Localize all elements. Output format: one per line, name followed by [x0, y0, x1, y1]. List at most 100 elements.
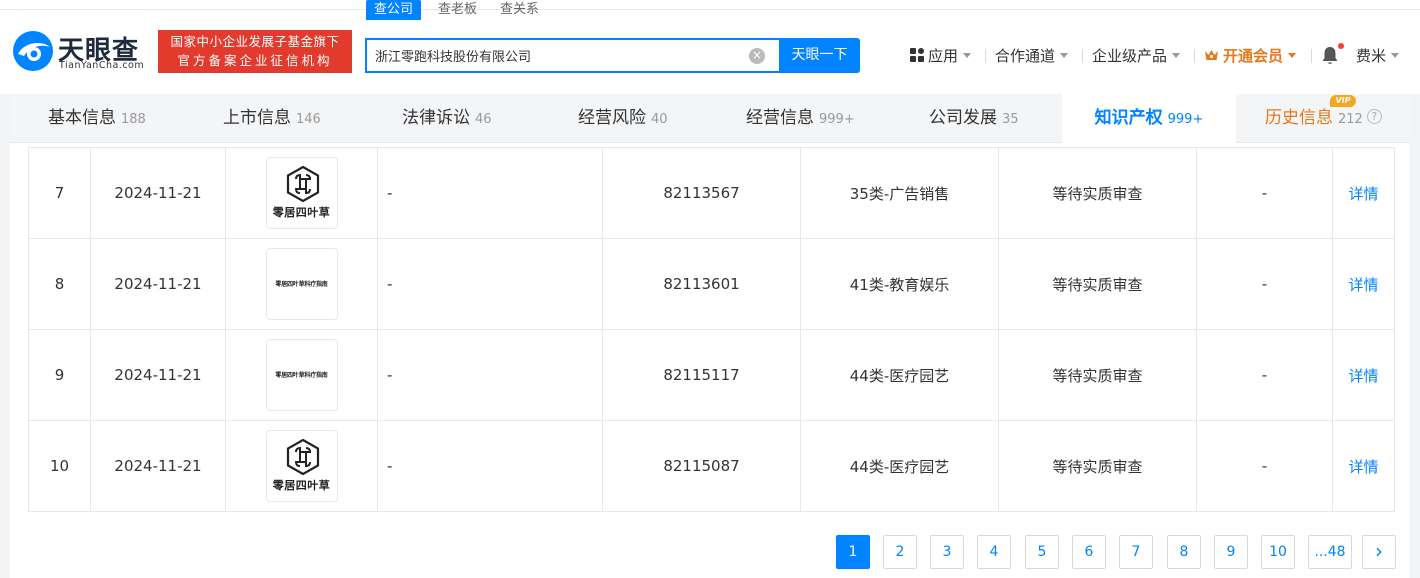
nav-apps-label: 应用	[928, 47, 959, 65]
row-index: 8	[28, 238, 91, 330]
clear-icon[interactable]: ×	[749, 48, 765, 64]
section-tabs: 基本信息 188 上市信息 146 法律诉讼 46 经营风险 40 经营信息 999+ 公…	[10, 94, 1410, 143]
apps-grid-icon	[910, 48, 924, 62]
nav-cooperation[interactable]: 合作通道	[995, 44, 1069, 68]
extra-info: -	[1196, 420, 1333, 512]
bell-icon[interactable]	[1321, 46, 1339, 66]
detail-link[interactable]: 详情	[1332, 238, 1395, 330]
trademark-image: 零居四叶草	[225, 147, 378, 239]
trademark-wordmark-small: 零居四叶草科疗指南	[275, 281, 328, 288]
help-icon[interactable]: ?	[1366, 109, 1382, 124]
trademark-thumbnail[interactable]: 零居四叶草	[265, 157, 338, 229]
tab-label: 经营风险	[578, 108, 646, 128]
trademark-status: 等待实质审查	[998, 238, 1197, 330]
tab-label: 基本信息	[48, 108, 116, 128]
trademark-table: 7 2024-11-21 零居四叶草 -82113567 35类-广告销售 等待实质审查 -…	[28, 147, 1395, 512]
logo-domain: TianYanCha.com	[59, 60, 145, 71]
notification-dot	[1338, 43, 1344, 49]
tab-business-info[interactable]: 经营信息 999+	[746, 94, 855, 143]
next-page-button[interactable]: ›	[1362, 535, 1396, 569]
nav-divider	[1194, 49, 1195, 63]
nav-divider	[1082, 49, 1083, 63]
tab-development[interactable]: 公司发展 35	[929, 94, 1019, 143]
nav-apps[interactable]: 应用	[910, 44, 972, 68]
row-index: 9	[28, 329, 91, 421]
site-logo[interactable]: 天眼查 TianYanCha.com	[12, 30, 152, 74]
tab-count: 46	[475, 112, 492, 127]
registration-number: 82115087	[602, 420, 801, 512]
trademark-status: 等待实质审查	[998, 147, 1197, 239]
search-box: ×	[365, 38, 779, 73]
tab-count: 999+	[819, 112, 855, 127]
detail-link[interactable]: 详情	[1332, 329, 1395, 421]
extra-info: -	[1196, 329, 1333, 421]
trademark-wordmark: 零居四叶草	[272, 479, 331, 492]
trademark-name: -	[377, 420, 603, 512]
trademark-name: -	[377, 147, 603, 239]
tab-intellectual-property[interactable]: 知识产权 999+	[1062, 94, 1236, 143]
trademark-thumbnail[interactable]: 零居四叶草	[265, 430, 338, 502]
tab-label: 上市信息	[223, 108, 291, 128]
registration-number: 82113601	[602, 238, 801, 330]
search-tab-boss[interactable]: 查老板	[438, 0, 477, 20]
tab-count: 188	[121, 112, 146, 127]
top-divider	[0, 9, 1420, 10]
page-button[interactable]: 4	[977, 535, 1011, 569]
chevron-down-icon	[1391, 53, 1400, 58]
trademark-thumbnail[interactable]: 零居四叶草科疗指南	[265, 339, 338, 411]
tab-label: 历史信息	[1265, 108, 1333, 128]
nav-user-label: 费米	[1356, 47, 1387, 65]
row-index: 10	[28, 420, 91, 512]
nav-vip[interactable]: 开通会员	[1204, 44, 1297, 68]
page-button[interactable]: 8	[1167, 535, 1201, 569]
tab-litigation[interactable]: 法律诉讼 46	[402, 94, 492, 143]
trademark-thumbnail[interactable]: 零居四叶草科疗指南	[265, 248, 338, 320]
page-button[interactable]: 3	[930, 535, 964, 569]
tab-business-risk[interactable]: 经营风险 40	[578, 94, 668, 143]
row-index: 7	[28, 147, 91, 239]
trademark-wordmark: 零居四叶草	[272, 206, 331, 219]
page-button[interactable]: 5	[1025, 535, 1059, 569]
chevron-down-icon	[1060, 53, 1069, 58]
tab-listing-info[interactable]: 上市信息 146	[223, 94, 321, 143]
international-class: 44类-医疗园艺	[800, 420, 999, 512]
search-tab-relation[interactable]: 查关系	[500, 0, 539, 20]
tab-count: 212	[1338, 112, 1363, 127]
nav-divider	[985, 49, 986, 63]
registration-number: 82113567	[602, 147, 801, 239]
tab-label: 经营信息	[746, 108, 814, 128]
tab-history[interactable]: 历史信息 212?	[1265, 94, 1382, 143]
clover-logo-icon	[286, 166, 319, 202]
page-button[interactable]: ...48	[1308, 535, 1352, 569]
tab-count: 40	[651, 112, 668, 127]
tab-basic-info[interactable]: 基本信息 188	[48, 94, 146, 143]
nav-user[interactable]: 费米	[1356, 44, 1400, 68]
extra-info: -	[1196, 238, 1333, 330]
page-button[interactable]: 10	[1261, 535, 1295, 569]
detail-link[interactable]: 详情	[1332, 147, 1395, 239]
international-class: 35类-广告销售	[800, 147, 999, 239]
nav-enterprise[interactable]: 企业级产品	[1092, 44, 1181, 68]
nav-enterprise-label: 企业级产品	[1092, 47, 1168, 65]
extra-info: -	[1196, 147, 1333, 239]
page-button[interactable]: 7	[1119, 535, 1153, 569]
trademark-status: 等待实质审查	[998, 420, 1197, 512]
page-button[interactable]: 6	[1072, 535, 1106, 569]
badge-line-1: 国家中小企业发展子基金旗下	[170, 34, 340, 49]
chevron-down-icon	[1172, 53, 1181, 58]
page-button[interactable]: 1	[836, 535, 870, 569]
application-date: 2024-11-21	[90, 147, 226, 239]
search-button[interactable]: 天眼一下	[779, 38, 860, 73]
nav-vip-label: 开通会员	[1223, 47, 1284, 65]
page-button[interactable]: 9	[1214, 535, 1248, 569]
search-input[interactable]	[375, 40, 745, 71]
application-date: 2024-11-21	[90, 420, 226, 512]
clover-logo-icon	[286, 439, 319, 475]
nav-cooperation-label: 合作通道	[995, 47, 1056, 65]
trademark-image: 零居四叶草科疗指南	[225, 238, 378, 330]
detail-link[interactable]: 详情	[1332, 420, 1395, 512]
tab-count: 999+	[1167, 112, 1204, 127]
page-button[interactable]: 2	[883, 535, 917, 569]
search-tab-company[interactable]: 查公司	[366, 0, 422, 20]
vip-tag: VIP	[1330, 95, 1356, 107]
